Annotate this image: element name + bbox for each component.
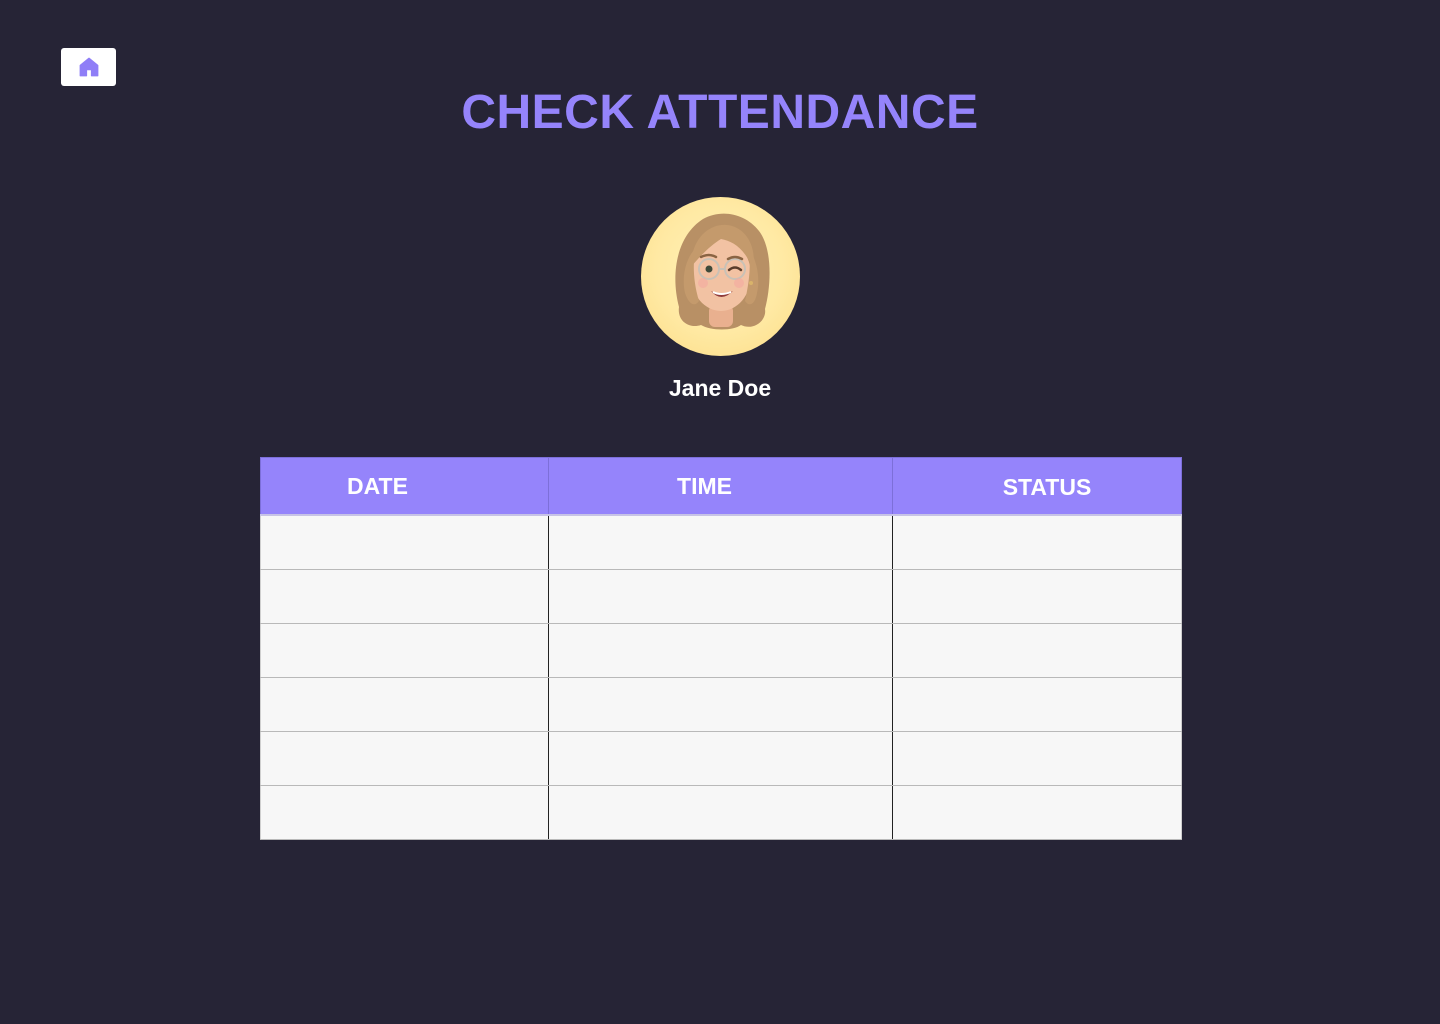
cell-date xyxy=(260,514,549,570)
table-row xyxy=(260,569,1182,624)
cell-status xyxy=(892,731,1182,786)
table-header-row: DATE TIME STATUS xyxy=(260,457,1182,516)
home-button[interactable] xyxy=(61,48,116,86)
cell-status xyxy=(892,785,1182,840)
cell-time xyxy=(548,731,893,786)
cell-status xyxy=(892,569,1182,624)
avatar-memoji-icon xyxy=(675,213,770,330)
cell-status xyxy=(892,677,1182,732)
column-header-date: DATE xyxy=(260,457,549,516)
cell-status xyxy=(892,623,1182,678)
table-row xyxy=(260,623,1182,678)
table-row xyxy=(260,677,1182,732)
attendance-table: DATE TIME STATUS xyxy=(260,457,1182,840)
table-row xyxy=(260,514,1182,570)
cell-date xyxy=(260,785,549,840)
cell-time xyxy=(548,569,893,624)
page-title: CHECK ATTENDANCE xyxy=(461,86,979,139)
cell-date xyxy=(260,623,549,678)
column-header-status: STATUS xyxy=(892,457,1182,516)
cell-status xyxy=(892,514,1182,570)
cell-date xyxy=(260,569,549,624)
cell-date xyxy=(260,677,549,732)
cell-time xyxy=(548,514,893,570)
table-row xyxy=(260,731,1182,786)
user-name: Jane Doe xyxy=(668,375,772,401)
home-icon xyxy=(79,57,98,77)
cell-date xyxy=(260,731,549,786)
column-header-date-label: DATE xyxy=(347,472,408,499)
attendance-page: CHECK ATTENDANCE Jane Doe DATE TIME STAT… xyxy=(0,0,1440,1024)
column-header-time: TIME xyxy=(548,457,893,516)
cell-time xyxy=(548,677,893,732)
avatar xyxy=(641,197,800,356)
column-header-time-label: TIME xyxy=(677,472,732,499)
cell-time xyxy=(548,785,893,840)
column-header-status-label: STATUS xyxy=(1002,474,1092,500)
cell-time xyxy=(548,623,893,678)
table-row xyxy=(260,785,1182,840)
